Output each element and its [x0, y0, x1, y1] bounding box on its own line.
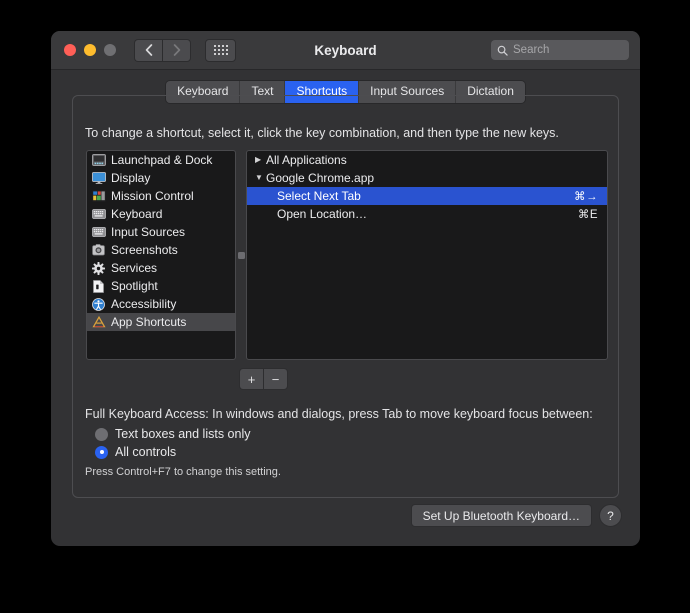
search-icon	[497, 45, 508, 56]
show-all-icon	[213, 45, 228, 55]
category-list[interactable]: Launchpad & Dock Display Mission Control…	[86, 150, 236, 360]
category-row-input-sources[interactable]: Input Sources	[87, 223, 235, 241]
mission-control-icon	[91, 189, 106, 203]
input-sources-icon	[91, 225, 106, 239]
radio-button-selected[interactable]	[95, 445, 108, 459]
shortcut-label: Select Next Tab	[277, 189, 361, 203]
back-button[interactable]	[134, 38, 162, 62]
display-icon	[91, 171, 106, 185]
keyboard-icon	[91, 207, 106, 221]
category-label: Input Sources	[111, 225, 186, 239]
search-field[interactable]	[491, 40, 629, 60]
shortcut-group-google-chrome[interactable]: ▼ Google Chrome.app	[247, 169, 607, 187]
accessibility-icon	[91, 297, 106, 311]
screenshots-icon	[91, 243, 106, 257]
window-footer: Set Up Bluetooth Keyboard… ?	[51, 498, 640, 546]
window-titlebar: Keyboard	[51, 31, 640, 70]
radio-button[interactable]	[95, 427, 108, 441]
category-label: Display	[111, 171, 151, 185]
launchpad-dock-icon	[91, 153, 106, 167]
radio-option-text-boxes-and-lists-only[interactable]: Text boxes and lists only	[95, 427, 251, 441]
help-button[interactable]: ?	[599, 504, 622, 527]
shortcut-group-label: Google Chrome.app	[266, 171, 375, 185]
shortcut-list[interactable]: ▶ All Applications ▼ Google Chrome.app S…	[246, 150, 608, 360]
shortcuts-panel: To change a shortcut, select it, click t…	[72, 95, 619, 498]
shortcut-row-open-location[interactable]: Open Location… ⌘E	[247, 205, 607, 223]
remove-shortcut-button[interactable]: −	[263, 368, 288, 390]
category-row-screenshots[interactable]: Screenshots	[87, 241, 235, 259]
close-window-button[interactable]	[64, 44, 76, 56]
split-panes: Launchpad & Dock Display Mission Control…	[86, 150, 608, 360]
shortcut-keys[interactable]: ⌘→	[574, 189, 607, 203]
category-row-keyboard[interactable]: Keyboard	[87, 205, 235, 223]
category-label: Screenshots	[111, 243, 178, 257]
chevron-right-icon	[173, 44, 180, 56]
splitter-handle[interactable]	[237, 251, 245, 259]
category-label: Spotlight	[111, 279, 158, 293]
shortcut-group-all-applications[interactable]: ▶ All Applications	[247, 151, 607, 169]
minimize-window-button[interactable]	[84, 44, 96, 56]
shortcut-row-select-next-tab[interactable]: Select Next Tab ⌘→	[247, 187, 607, 205]
category-row-app-shortcuts[interactable]: App Shortcuts	[87, 313, 235, 331]
radio-label: All controls	[115, 445, 177, 459]
set-up-bluetooth-keyboard-button[interactable]: Set Up Bluetooth Keyboard…	[410, 504, 592, 527]
category-label: Services	[111, 261, 158, 275]
category-row-services[interactable]: Services	[87, 259, 235, 277]
spotlight-doc-icon	[91, 279, 106, 293]
add-shortcut-button[interactable]: +	[239, 368, 263, 390]
services-gear-icon	[91, 261, 106, 275]
category-row-mission-control[interactable]: Mission Control	[87, 187, 235, 205]
chevron-left-icon	[145, 44, 152, 56]
category-row-spotlight[interactable]: Spotlight	[87, 277, 235, 295]
category-label: Accessibility	[111, 297, 177, 311]
zoom-window-button[interactable]	[104, 44, 116, 56]
disclosure-triangle-expanded-icon[interactable]: ▼	[255, 174, 266, 182]
forward-button[interactable]	[162, 38, 191, 62]
screenshot-root: Keyboard Keyboard Text Shortcuts Input S…	[0, 0, 690, 613]
category-row-accessibility[interactable]: Accessibility	[87, 295, 235, 313]
category-label: Keyboard	[111, 207, 163, 221]
instruction-text: To change a shortcut, select it, click t…	[85, 126, 559, 140]
radio-option-all-controls[interactable]: All controls	[95, 445, 176, 459]
shortcut-keys[interactable]: ⌘E	[578, 207, 607, 221]
app-shortcuts-icon	[91, 315, 106, 329]
full-keyboard-access-note: Press Control+F7 to change this setting.	[85, 466, 281, 478]
category-row-launchpad-dock[interactable]: Launchpad & Dock	[87, 151, 235, 169]
navigation-button-group	[134, 38, 191, 62]
full-keyboard-access-title: Full Keyboard Access: In windows and dia…	[85, 407, 593, 421]
category-label: App Shortcuts	[111, 315, 187, 329]
category-row-display[interactable]: Display	[87, 169, 235, 187]
keyboard-preferences-window: Keyboard Keyboard Text Shortcuts Input S…	[51, 31, 640, 546]
pane-splitter[interactable]	[236, 150, 246, 360]
search-input[interactable]	[513, 44, 623, 56]
show-all-preferences-button[interactable]	[205, 38, 236, 62]
add-remove-button-group: + −	[239, 368, 288, 390]
category-label: Launchpad & Dock	[111, 153, 213, 167]
disclosure-triangle-collapsed-icon[interactable]: ▶	[255, 156, 266, 164]
traffic-light-group	[64, 44, 116, 56]
shortcut-group-label: All Applications	[266, 153, 347, 167]
radio-label: Text boxes and lists only	[115, 427, 251, 441]
category-label: Mission Control	[111, 189, 194, 203]
shortcut-label: Open Location…	[277, 207, 368, 221]
